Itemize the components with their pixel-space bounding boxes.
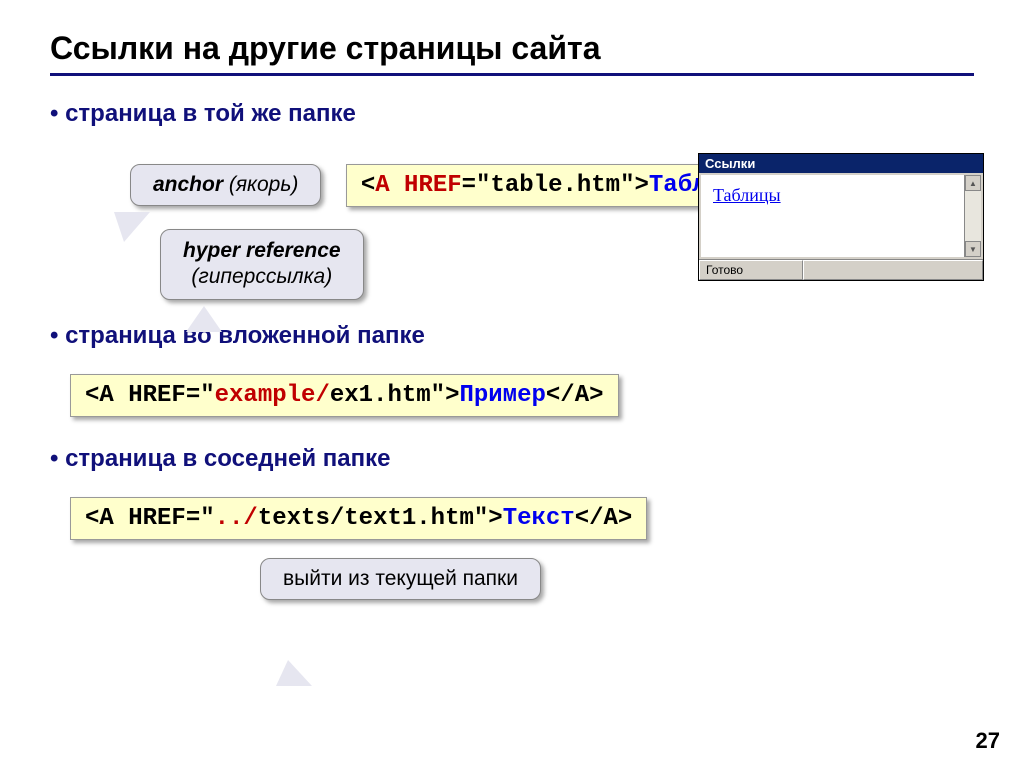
mini-browser-statusbar: Готово [699,259,983,280]
code-sibling-folder: <A HREF="../texts/text1.htm">Текст</A> [70,497,647,540]
mini-browser-title: Ссылки [699,154,983,173]
page-title: Ссылки на другие страницы сайта [50,30,974,76]
callout-href-rest: (гиперссылка) [191,265,332,288]
mini-browser-link[interactable]: Таблицы [713,185,781,205]
callout-anchor: anchor (якорь) [130,164,321,206]
mini-browser-status-empty [803,260,983,280]
code-sub-folder: <A HREF="example/ex1.htm">Пример</A> [70,374,619,417]
pointer-href-icon [186,306,222,332]
pointer-exit-icon [276,660,312,686]
mini-browser-scrollbar[interactable]: ▲ ▼ [964,175,981,257]
callout-href-bold: hyper reference [183,239,341,262]
mini-browser-body: Таблицы ▲ ▼ [701,175,981,257]
callout-exit: выйти из текущей папки [260,558,541,600]
mini-browser-status-text: Готово [699,260,803,280]
scroll-track[interactable] [965,191,981,241]
callout-href: hyper reference (гиперссылка) [160,229,364,300]
mini-browser-window: Ссылки Таблицы ▲ ▼ Готово [698,153,984,281]
callout-anchor-bold: anchor [153,173,223,196]
page-number: 27 [976,728,1000,754]
callout-exit-text: выйти из текущей папки [283,567,518,590]
scroll-up-icon[interactable]: ▲ [965,175,981,191]
bullet-same-folder: страница в той же папке [50,100,974,128]
bullet-sibling-folder: страница в соседней папке [50,445,974,473]
slide: Ссылки на другие страницы сайта страница… [0,0,1024,768]
pointer-anchor-icon [114,212,150,242]
callout-anchor-rest: (якорь) [223,173,298,196]
scroll-down-icon[interactable]: ▼ [965,241,981,257]
